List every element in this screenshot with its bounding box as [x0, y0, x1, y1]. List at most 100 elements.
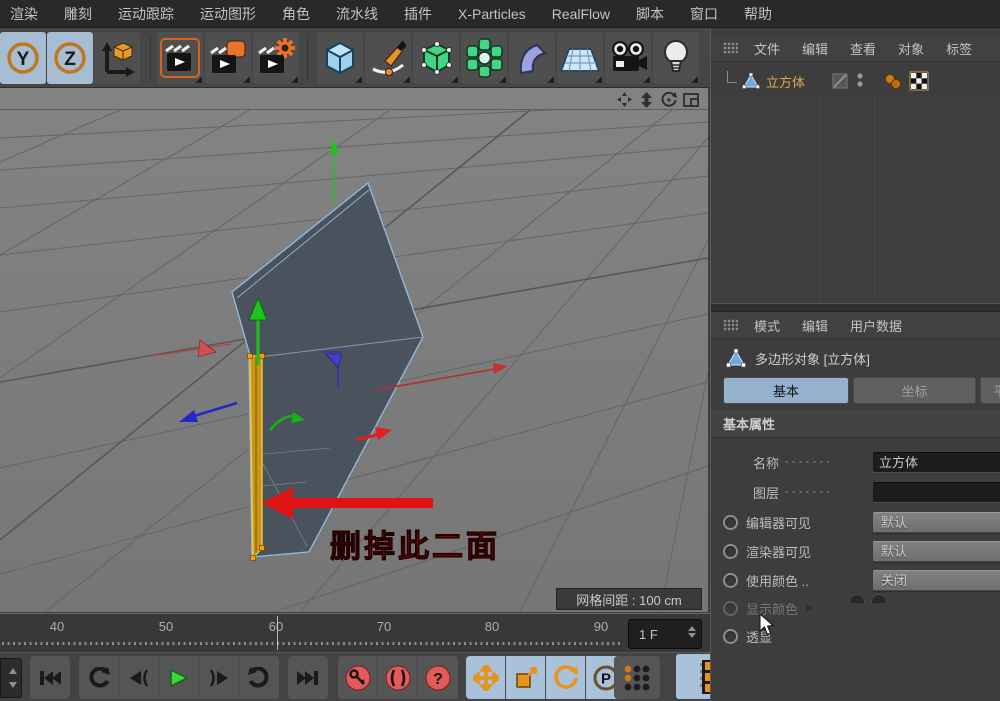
uvw-tag-icon[interactable] — [909, 71, 929, 91]
section-basic-properties[interactable]: 基本属性 — [711, 410, 1000, 438]
attribute-title: 多边形对象 [立方体] — [755, 349, 870, 368]
render-view-icon — [159, 37, 201, 79]
next-frame-button[interactable] — [199, 656, 239, 699]
render-settings-button[interactable] — [253, 32, 299, 84]
am-menu-userdata[interactable]: 用户数据 — [850, 316, 902, 335]
menu-window[interactable]: 窗口 — [690, 4, 718, 24]
spline-pen-button[interactable] — [365, 32, 411, 84]
menu-mograph[interactable]: 运动图形 — [200, 4, 256, 24]
render-view-button[interactable] — [157, 32, 203, 84]
keyframe-radio[interactable] — [723, 515, 738, 530]
menu-script[interactable]: 脚本 — [636, 4, 664, 24]
go-to-end-group — [288, 656, 328, 699]
use-color-dropdown[interactable]: 关闭 — [873, 570, 1000, 591]
go-to-start-button[interactable] — [30, 656, 70, 699]
coordinate-system-button[interactable] — [94, 32, 140, 84]
am-menu-mode[interactable]: 模式 — [754, 316, 780, 335]
tab-phong[interactable]: 平 — [980, 377, 1000, 404]
layer-input[interactable] — [873, 482, 1000, 503]
point-level-animation-button[interactable] — [614, 656, 660, 699]
menu-realflow[interactable]: RealFlow — [552, 6, 610, 22]
keyframe-radio[interactable] — [723, 601, 738, 616]
spinner-arrows-icon[interactable] — [688, 626, 696, 638]
object-name[interactable]: 立方体 — [766, 72, 805, 91]
viewport-3d[interactable]: 删掉此二面 网格间距 : 100 cm — [0, 110, 708, 612]
tab-basic[interactable]: 基本 — [723, 377, 849, 404]
menu-help[interactable]: 帮助 — [744, 4, 772, 24]
array-generator-icon — [463, 37, 505, 79]
next-key-button[interactable] — [239, 656, 279, 699]
axis-z-toggle-button[interactable]: Z — [47, 32, 93, 84]
pan-icon[interactable] — [616, 91, 633, 108]
menu-pipeline[interactable]: 流水线 — [336, 4, 378, 24]
previous-frame-button[interactable] — [119, 656, 159, 699]
light-button[interactable] — [653, 32, 699, 84]
om-menu-objects[interactable]: 对象 — [898, 39, 924, 58]
field-row-xray: 透显 — [711, 622, 1000, 650]
bend-deformer-button[interactable] — [509, 32, 555, 84]
mouse-cursor — [759, 614, 775, 636]
expand-arrow-icon[interactable] — [806, 604, 812, 612]
record-options-button[interactable] — [378, 656, 418, 699]
om-menu-file[interactable]: 文件 — [754, 39, 780, 58]
layer-icon[interactable] — [831, 72, 851, 90]
current-frame-indicator[interactable] — [277, 616, 278, 650]
rotate-icon[interactable] — [660, 91, 677, 108]
record-group: ? — [338, 656, 458, 699]
object-manager-list-area[interactable] — [711, 96, 1000, 303]
grip-icon[interactable] — [723, 42, 738, 54]
axis-y-icon: Y — [4, 39, 42, 77]
render-picture-viewer-button[interactable] — [205, 32, 251, 84]
go-to-end-button[interactable] — [288, 656, 328, 699]
menu-plugins[interactable]: 插件 — [404, 4, 432, 24]
timeline-ruler[interactable]: 40 50 60 70 80 90 — [0, 614, 622, 653]
ruler-tick: 60 — [256, 619, 296, 634]
menu-xparticles[interactable]: X-Particles — [458, 6, 526, 22]
camera-button[interactable] — [605, 32, 651, 84]
visibility-dots-icon[interactable] — [855, 71, 865, 91]
keyframe-radio[interactable] — [723, 544, 738, 559]
key-rotation-button[interactable] — [546, 656, 586, 699]
menu-character[interactable]: 角色 — [282, 4, 310, 24]
autokey-help-button[interactable]: ? — [418, 656, 458, 699]
keyframe-radio[interactable] — [723, 629, 738, 644]
menu-render[interactable]: 渲染 — [10, 4, 38, 24]
object-row-cube[interactable]: 立方体 — [711, 66, 1000, 96]
om-menu-view[interactable]: 查看 — [850, 39, 876, 58]
gizmo-z-axis-handle[interactable] — [179, 403, 237, 422]
record-keyframe-button[interactable] — [338, 656, 378, 699]
om-menu-edit[interactable]: 编辑 — [802, 39, 828, 58]
record-options-icon — [385, 665, 411, 691]
color-swatches-clipped[interactable] — [849, 594, 909, 603]
om-menu-tags[interactable]: 标签 — [946, 39, 972, 58]
frame-scale-dropdown[interactable]: 1 F — [628, 619, 702, 649]
subdivision-surface-button[interactable] — [413, 32, 459, 84]
am-menu-edit[interactable]: 编辑 — [802, 316, 828, 335]
menu-sculpt[interactable]: 雕刻 — [64, 4, 92, 24]
grip-icon[interactable] — [723, 319, 738, 331]
primitive-cube-button[interactable] — [317, 32, 363, 84]
timeline: 40 50 60 70 80 90 1 F — [0, 613, 710, 652]
frame-field-spinner[interactable] — [0, 658, 22, 698]
menu-motion-tracker[interactable]: 运动跟踪 — [118, 4, 174, 24]
key-scale-button[interactable] — [506, 656, 546, 699]
key-position-button[interactable] — [466, 656, 506, 699]
keyframe-radio[interactable] — [723, 573, 738, 588]
field-row-editor-visible: 编辑器可见 默认 — [711, 508, 1000, 536]
selection-tag-icon[interactable] — [883, 71, 903, 91]
name-input[interactable]: 立方体 — [873, 452, 1000, 473]
tab-coordinates[interactable]: 坐标 — [853, 377, 976, 404]
render-visible-dropdown[interactable]: 默认 — [873, 541, 1000, 562]
key-position-icon — [473, 665, 499, 691]
panel-splitter[interactable] — [711, 303, 1000, 312]
previous-key-button[interactable] — [79, 656, 119, 699]
axis-y-toggle-button[interactable]: Y — [0, 32, 46, 84]
floor-environment-button[interactable] — [557, 32, 603, 84]
array-generator-button[interactable] — [461, 32, 507, 84]
editor-visible-dropdown[interactable]: 默认 — [873, 512, 1000, 533]
maximize-icon[interactable] — [682, 91, 699, 108]
key-scale-icon — [514, 666, 538, 690]
play-button[interactable] — [159, 656, 199, 699]
playback-group — [79, 656, 279, 699]
zoom-icon[interactable] — [638, 91, 655, 108]
